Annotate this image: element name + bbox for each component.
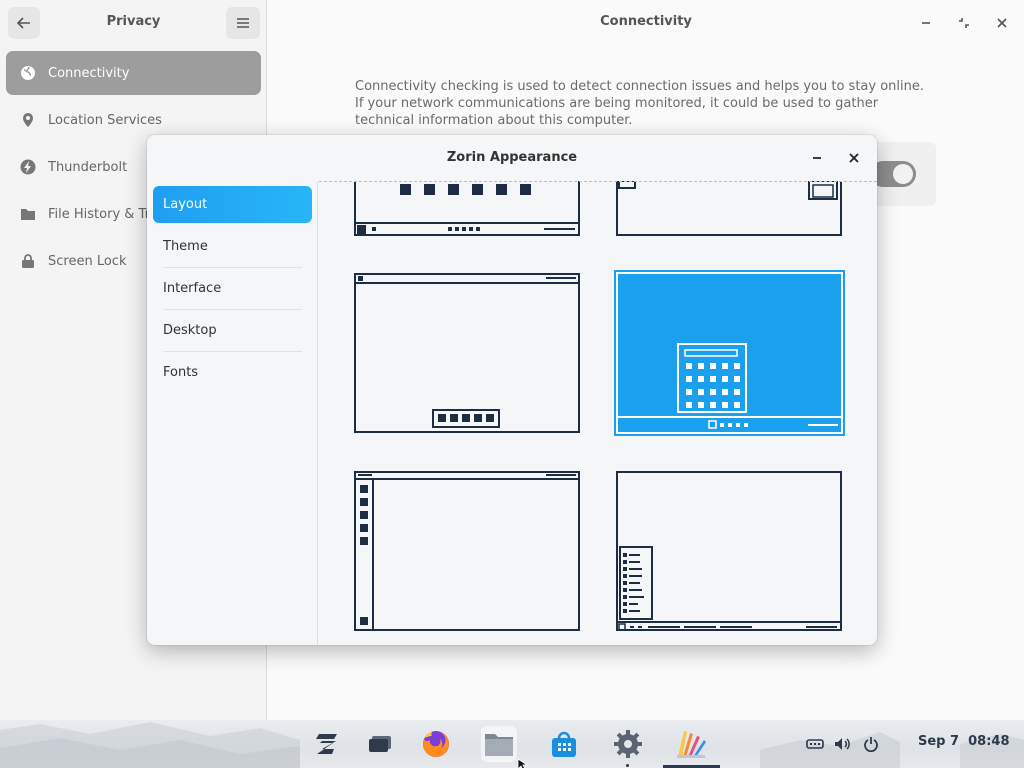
sidebar-header: Privacy <box>0 0 267 46</box>
sidebar-item-label: Connectivity <box>48 65 130 81</box>
sidebar-item-connectivity[interactable]: Connectivity <box>6 51 261 95</box>
files-icon <box>485 734 513 756</box>
layout-option-classic-menu[interactable] <box>616 471 842 632</box>
restore-icon <box>959 18 969 28</box>
network-icon <box>806 739 824 749</box>
connectivity-description: Connectivity checking is used to detect … <box>355 79 925 128</box>
tab-interface[interactable]: Interface <box>153 270 312 310</box>
menu-icon <box>237 18 249 28</box>
page-title: Connectivity <box>600 14 692 29</box>
dialog-minimize-button[interactable] <box>807 148 827 168</box>
files-button[interactable] <box>481 726 517 762</box>
zorin-menu-icon <box>316 734 337 754</box>
clock[interactable]: Sep 7 08:48 <box>918 734 1010 749</box>
settings-gear-icon <box>614 730 642 758</box>
volume-icon <box>835 738 850 750</box>
layout-option-left-panel[interactable] <box>354 471 580 632</box>
minimize-icon <box>922 22 930 24</box>
tab-layout[interactable]: Layout <box>153 186 312 223</box>
tab-theme[interactable]: Theme <box>153 228 312 268</box>
workspaces-button[interactable] <box>362 726 398 762</box>
hamburger-menu-button[interactable] <box>226 7 260 39</box>
power-icon <box>864 737 878 752</box>
tab-label: Layout <box>163 197 208 212</box>
tab-label: Theme <box>163 239 208 254</box>
power-indicator[interactable] <box>863 734 879 754</box>
restore-button[interactable] <box>954 13 974 33</box>
scroll-shadow-line <box>319 181 877 182</box>
minimize-button[interactable] <box>916 13 936 33</box>
minimize-icon <box>813 157 821 159</box>
layout-option-windows-selected[interactable] <box>614 270 845 436</box>
close-icon <box>849 153 859 163</box>
sidebar-item-label: Thunderbolt <box>48 159 128 175</box>
clock-time: 08:48 <box>968 734 1010 749</box>
dialog-sidebar: Layout Theme Interface Desktop Fonts <box>147 181 318 645</box>
software-store-icon <box>552 731 576 757</box>
toggle-knob <box>893 164 913 184</box>
clock-date: Sep 7 <box>918 734 960 749</box>
globe-icon <box>20 65 36 81</box>
running-indicator-settings <box>626 764 629 767</box>
network-indicator[interactable] <box>806 734 824 754</box>
layout-option-bottom-dock[interactable] <box>354 273 580 434</box>
firefox-button[interactable] <box>418 726 454 762</box>
appearance-button[interactable] <box>673 726 709 762</box>
close-button[interactable] <box>992 13 1012 33</box>
zorin-menu-button[interactable] <box>310 726 346 762</box>
layout-option-dock[interactable] <box>354 181 580 237</box>
dialog-title: Zorin Appearance <box>446 150 578 165</box>
folder-icon <box>20 206 36 222</box>
mouse-cursor-icon <box>517 758 527 768</box>
layout-grid <box>319 181 877 645</box>
sidebar-item-label: Location Services <box>48 112 162 128</box>
location-pin-icon <box>20 112 36 128</box>
dialog-header: Zorin Appearance <box>147 135 877 181</box>
lock-icon <box>20 253 36 269</box>
taskbar: Sep 7 08:48 <box>0 720 1024 768</box>
tab-desktop[interactable]: Desktop <box>153 312 312 352</box>
workspaces-icon <box>369 736 391 752</box>
tab-label: Desktop <box>163 323 217 338</box>
dialog-close-button[interactable] <box>844 148 864 168</box>
volume-indicator[interactable] <box>834 734 852 754</box>
software-store-button[interactable] <box>546 726 582 762</box>
tab-fonts[interactable]: Fonts <box>153 354 312 391</box>
firefox-icon <box>423 731 449 757</box>
main-header: Connectivity <box>268 0 1024 46</box>
close-icon <box>997 18 1007 28</box>
tab-label: Interface <box>163 281 222 296</box>
appearance-icon <box>677 731 706 758</box>
sidebar-item-label: Screen Lock <box>48 253 127 269</box>
thunderbolt-icon <box>20 159 36 175</box>
tab-label: Fonts <box>163 365 199 380</box>
zorin-appearance-dialog: Zorin Appearance Layout Theme Interface … <box>147 135 877 645</box>
layout-option-macos[interactable] <box>616 181 842 237</box>
settings-button[interactable] <box>610 726 646 762</box>
